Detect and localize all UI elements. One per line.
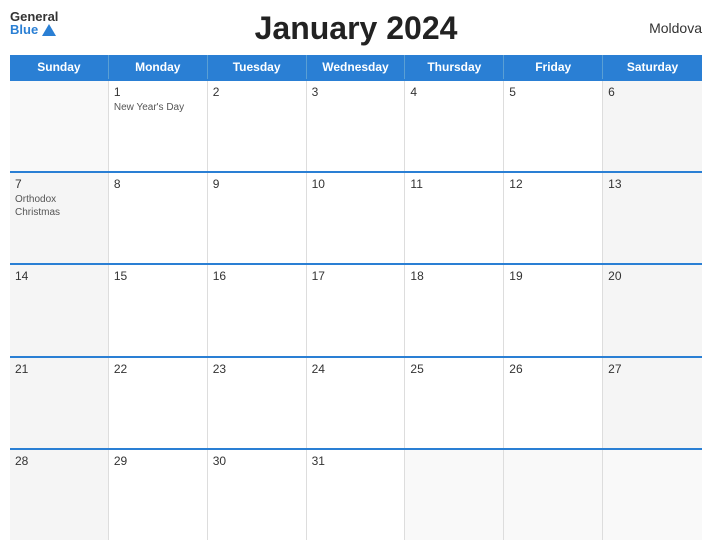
day-number: 14 — [15, 269, 103, 283]
day-cell: 4 — [405, 81, 504, 171]
day-header-wednesday: Wednesday — [307, 55, 406, 79]
day-cell: 17 — [307, 265, 406, 355]
day-cell: 12 — [504, 173, 603, 263]
day-cell: 8 — [109, 173, 208, 263]
weeks-container: 1New Year's Day234567Orthodox Christmas8… — [10, 79, 702, 540]
day-number: 21 — [15, 362, 103, 376]
day-header-thursday: Thursday — [405, 55, 504, 79]
country-label: Moldova — [649, 20, 702, 36]
day-number: 3 — [312, 85, 400, 99]
day-cell: 9 — [208, 173, 307, 263]
day-number: 23 — [213, 362, 301, 376]
day-cell: 2 — [208, 81, 307, 171]
day-number: 22 — [114, 362, 202, 376]
day-number: 29 — [114, 454, 202, 468]
day-cell: 28 — [10, 450, 109, 540]
day-cell: 13 — [603, 173, 702, 263]
logo-blue-text: Blue — [10, 23, 56, 36]
day-cell — [504, 450, 603, 540]
day-number: 16 — [213, 269, 301, 283]
day-cell: 20 — [603, 265, 702, 355]
day-cell — [10, 81, 109, 171]
calendar-container: General Blue January 2024 Moldova Sunday… — [0, 0, 712, 550]
week-row-5: 28 29 30 31 — [10, 448, 702, 540]
day-cell: 6 — [603, 81, 702, 171]
day-number: 11 — [410, 177, 498, 191]
day-number: 30 — [213, 454, 301, 468]
days-header: Sunday Monday Tuesday Wednesday Thursday… — [10, 55, 702, 79]
week-row-3: 14 15 16 17 18 19 20 — [10, 263, 702, 355]
day-cell — [405, 450, 504, 540]
day-cell: 29 — [109, 450, 208, 540]
day-cell: 7 Orthodox Christmas — [10, 173, 109, 263]
day-cell: 22 — [109, 358, 208, 448]
day-cell: 18 — [405, 265, 504, 355]
day-number: 19 — [509, 269, 597, 283]
day-number: 15 — [114, 269, 202, 283]
day-number: 17 — [312, 269, 400, 283]
day-cell: 21 — [10, 358, 109, 448]
day-cell: 14 — [10, 265, 109, 355]
day-number: 26 — [509, 362, 597, 376]
day-cell: 15 — [109, 265, 208, 355]
day-number: 31 — [312, 454, 400, 468]
day-cell: 1 New Year's Day — [109, 81, 208, 171]
calendar-title: January 2024 — [255, 10, 458, 47]
day-number: 7 — [15, 177, 103, 191]
logo: General Blue — [10, 10, 58, 36]
day-cell: 27 — [603, 358, 702, 448]
day-cell: 3 — [307, 81, 406, 171]
week-row-4: 21 22 23 24 25 26 27 — [10, 356, 702, 448]
day-number: 24 — [312, 362, 400, 376]
day-cell: 24 — [307, 358, 406, 448]
day-cell — [603, 450, 702, 540]
week-row-2: 7 Orthodox Christmas 89 10 11 12 13 — [10, 171, 702, 263]
day-header-saturday: Saturday — [603, 55, 702, 79]
day-cell: 30 — [208, 450, 307, 540]
day-cell: 26 — [504, 358, 603, 448]
day-cell: 11 — [405, 173, 504, 263]
day-number: 4 — [410, 85, 498, 99]
day-number: 20 — [608, 269, 697, 283]
day-number: 27 — [608, 362, 697, 376]
holiday-name: New Year's Day — [114, 101, 202, 114]
day-header-sunday: Sunday — [10, 55, 109, 79]
day-number: 6 — [608, 85, 697, 99]
day-number: 13 — [608, 177, 697, 191]
day-number: 5 — [509, 85, 597, 99]
day-cell: 19 — [504, 265, 603, 355]
day-header-friday: Friday — [504, 55, 603, 79]
day-number: 12 — [509, 177, 597, 191]
day-cell: 5 — [504, 81, 603, 171]
day-number: 28 — [15, 454, 103, 468]
holiday-name: Orthodox Christmas — [15, 193, 103, 219]
day-cell: 16 — [208, 265, 307, 355]
logo-triangle-icon — [42, 24, 56, 36]
day-number: 8 — [114, 177, 202, 191]
day-number: 1 — [114, 85, 202, 99]
day-cell: 23 — [208, 358, 307, 448]
day-number: 25 — [410, 362, 498, 376]
day-header-monday: Monday — [109, 55, 208, 79]
day-header-tuesday: Tuesday — [208, 55, 307, 79]
day-number: 2 — [213, 85, 301, 99]
day-number: 18 — [410, 269, 498, 283]
day-cell: 25 — [405, 358, 504, 448]
day-cell: 10 — [307, 173, 406, 263]
calendar-grid: Sunday Monday Tuesday Wednesday Thursday… — [10, 55, 702, 540]
calendar-header: General Blue January 2024 Moldova — [10, 10, 702, 47]
day-number: 9 — [213, 177, 301, 191]
week-row-1: 1 New Year's Day 23456 — [10, 79, 702, 171]
day-cell: 31 — [307, 450, 406, 540]
day-number: 10 — [312, 177, 400, 191]
